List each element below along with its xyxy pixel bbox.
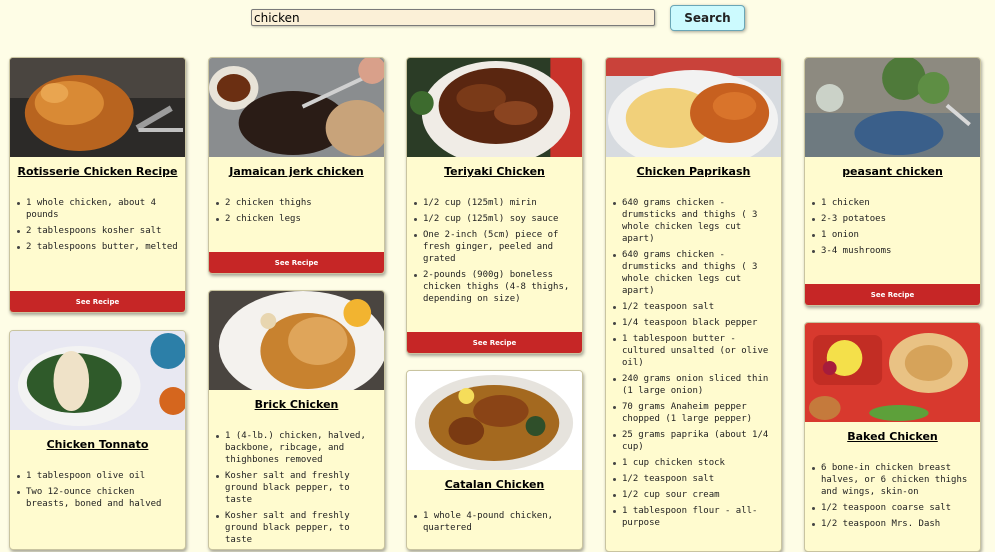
recipe-title[interactable]: Chicken Tonnato (14, 438, 181, 452)
recipe-image (10, 331, 185, 430)
recipe-title[interactable]: Chicken Paprikash (610, 165, 777, 179)
recipe-title[interactable]: Jamaican jerk chicken (213, 165, 380, 179)
ingredient-list: 1/2 cup (125ml) mirin 1/2 cup (125ml) so… (407, 197, 582, 305)
ingredient-list: 6 bone-in chicken breast halves, or 6 ch… (805, 462, 980, 530)
ingredient-item: 1/4 teaspoon black pepper (613, 317, 775, 329)
ingredient-item: 2 tablespoons kosher salt (17, 225, 179, 237)
ingredient-item: 1/2 teaspoon Mrs. Dash (812, 518, 974, 530)
recipe-title[interactable]: Teriyaki Chicken (411, 165, 578, 179)
recipe-card-rotisserie-chicken: Rotisserie Chicken Recipe 1 whole chicke… (9, 57, 186, 313)
ingredient-item: 1/2 cup sour cream (613, 489, 775, 501)
see-recipe-button[interactable]: See Recipe (407, 332, 582, 353)
ingredient-item: 1/2 teaspoon salt (613, 473, 775, 485)
ingredient-item: 2 chicken legs (216, 213, 378, 225)
recipe-title[interactable]: Brick Chicken (213, 398, 380, 412)
recipe-image (606, 58, 781, 157)
ingredient-item: 1 tablespoon olive oil (17, 470, 179, 482)
ingredient-item: 640 grams chicken - drumsticks and thigh… (613, 197, 775, 245)
ingredient-item: 1 (4-lb.) chicken, halved, backbone, rib… (216, 430, 378, 466)
ingredient-item: 25 grams paprika (about 1/4 cup) (613, 429, 775, 453)
ingredient-item: 3-4 mushrooms (812, 245, 974, 257)
ingredient-item: Kosher salt and freshly ground black pep… (216, 510, 378, 546)
ingredient-item: 70 grams Anaheim pepper chopped (1 large… (613, 401, 775, 425)
recipe-card-teriyaki-chicken: Teriyaki Chicken 1/2 cup (125ml) mirin 1… (406, 57, 583, 354)
recipe-card-jamaican-jerk-chicken: Jamaican jerk chicken 2 chicken thighs 2… (208, 57, 385, 274)
recipe-title[interactable]: Baked Chicken (809, 430, 976, 444)
ingredient-list: 1 (4-lb.) chicken, halved, backbone, rib… (209, 430, 384, 546)
ingredient-item: One 2-inch (5cm) piece of fresh ginger, … (414, 229, 576, 265)
see-recipe-button[interactable]: See Recipe (10, 291, 185, 312)
ingredient-item: 1 whole chicken, about 4 pounds (17, 197, 179, 221)
recipe-card-peasant-chicken: peasant chicken 1 chicken 2-3 potatoes 1… (804, 57, 981, 306)
ingredient-item: Kosher salt and freshly ground black pep… (216, 470, 378, 506)
recipe-image (209, 291, 384, 390)
ingredient-item: 6 bone-in chicken breast halves, or 6 ch… (812, 462, 974, 498)
recipe-title[interactable]: Catalan Chicken (411, 478, 578, 492)
recipe-title[interactable]: Rotisserie Chicken Recipe (14, 165, 181, 179)
recipe-image (407, 58, 582, 157)
ingredient-item: 2 chicken thighs (216, 197, 378, 209)
ingredient-item: Two 12-ounce chicken breasts, boned and … (17, 486, 179, 510)
recipe-card-chicken-tonnato: Chicken Tonnato 1 tablespoon olive oil T… (9, 330, 186, 550)
ingredient-list: 1 chicken 2-3 potatoes 1 onion 3-4 mushr… (805, 197, 980, 257)
recipe-image (805, 58, 980, 157)
recipe-image (407, 371, 582, 470)
ingredient-item: 1 tablespoon butter - cultured unsalted … (613, 333, 775, 369)
ingredient-item: 1 whole 4-pound chicken, quartered (414, 510, 576, 534)
ingredient-list: 640 grams chicken - drumsticks and thigh… (606, 197, 781, 529)
ingredient-list: 2 chicken thighs 2 chicken legs (209, 197, 384, 225)
ingredient-item: 1/2 teaspoon coarse salt (812, 502, 974, 514)
see-recipe-button[interactable]: See Recipe (805, 284, 980, 305)
search-button[interactable]: Search (670, 5, 745, 31)
ingredient-list: 1 whole chicken, about 4 pounds 2 tables… (10, 197, 185, 253)
ingredient-item: 1 onion (812, 229, 974, 241)
ingredient-item: 1/2 cup (125ml) soy sauce (414, 213, 576, 225)
search-input[interactable] (251, 9, 655, 26)
recipe-card-chicken-paprikash: Chicken Paprikash 640 grams chicken - dr… (605, 57, 782, 552)
ingredient-item: 1 cup chicken stock (613, 457, 775, 469)
ingredient-item: 1 tablespoon flour - all-purpose (613, 505, 775, 529)
recipe-image (10, 58, 185, 157)
ingredient-item: 2-3 potatoes (812, 213, 974, 225)
ingredient-list: 1 tablespoon olive oil Two 12-ounce chic… (10, 470, 185, 510)
ingredient-item: 1/2 cup (125ml) mirin (414, 197, 576, 209)
ingredient-item: 1 chicken (812, 197, 974, 209)
ingredient-item: 1/2 teaspoon salt (613, 301, 775, 313)
ingredient-item: 2 tablespoons butter, melted (17, 242, 178, 252)
recipe-card-baked-chicken: Baked Chicken 6 bone-in chicken breast h… (804, 322, 981, 552)
ingredient-item: 640 grams chicken - drumsticks and thigh… (613, 249, 775, 297)
ingredient-item: 240 grams onion sliced thin (1 large oni… (613, 373, 775, 397)
recipe-title[interactable]: peasant chicken (809, 165, 976, 179)
ingredient-item: 2-pounds (900g) boneless chicken thighs … (414, 269, 576, 305)
recipe-image (209, 58, 384, 157)
recipe-card-brick-chicken: Brick Chicken 1 (4-lb.) chicken, halved,… (208, 290, 385, 550)
see-recipe-button[interactable]: See Recipe (209, 252, 384, 273)
ingredient-list: 1 whole 4-pound chicken, quartered (407, 510, 582, 534)
recipe-card-catalan-chicken: Catalan Chicken 1 whole 4-pound chicken,… (406, 370, 583, 550)
recipe-image (805, 323, 980, 422)
